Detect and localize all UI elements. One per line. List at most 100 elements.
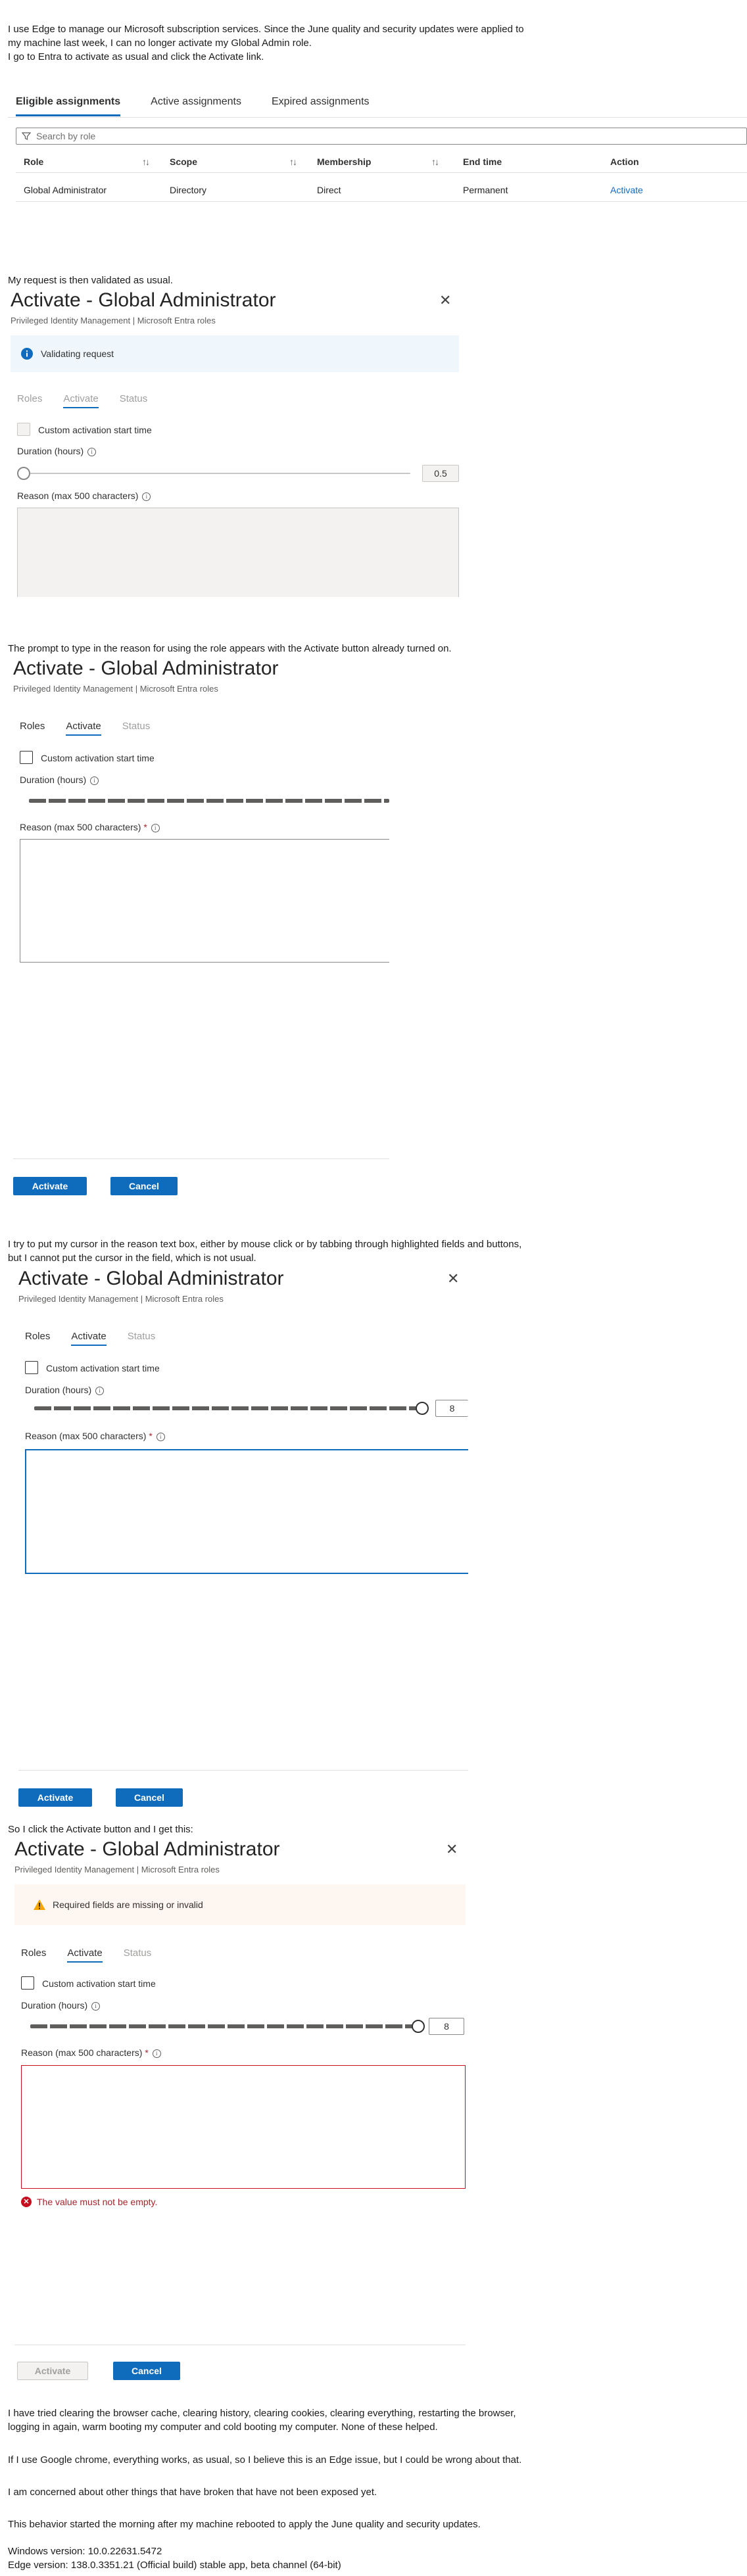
error-icon: ✕ <box>21 2197 32 2207</box>
tab-active-assignments[interactable]: Active assignments <box>151 96 241 116</box>
paragraph-concerned: I am concerned about other things that h… <box>8 2487 377 2498</box>
reason-textarea[interactable] <box>17 508 459 597</box>
panel-subtitle: Privileged Identity Management | Microso… <box>14 1865 220 1874</box>
duration-input[interactable]: 8 <box>429 2018 464 2035</box>
reason-textarea[interactable] <box>25 1449 468 1574</box>
column-membership[interactable]: Membership <box>317 156 371 167</box>
sort-icon[interactable]: ↑↓ <box>142 156 150 167</box>
reason-label: Reason (max 500 characters) i <box>17 490 151 501</box>
duration-input[interactable]: 8 <box>435 1400 468 1417</box>
panel-title: Activate - Global Administrator <box>13 657 279 679</box>
custom-start-label: Custom activation start time <box>46 1363 160 1373</box>
duration-label-text: Duration (hours) <box>17 446 84 456</box>
panel-title: Activate - Global Administrator <box>11 289 276 311</box>
required-mark: * <box>149 1431 153 1441</box>
info-icon: i <box>142 492 151 501</box>
validation-error: ✕ The value must not be empty. <box>21 2197 157 2207</box>
tab-status[interactable]: Status <box>124 1947 152 1963</box>
tab-eligible-assignments[interactable]: Eligible assignments <box>16 96 121 116</box>
reason-label: Reason (max 500 characters) * i <box>21 2047 161 2058</box>
column-scope[interactable]: Scope <box>170 156 197 167</box>
custom-start-checkbox[interactable] <box>20 751 33 764</box>
tab-status[interactable]: Status <box>128 1331 156 1346</box>
duration-slider[interactable] <box>30 2024 416 2028</box>
tab-roles[interactable]: Roles <box>25 1331 50 1346</box>
tab-roles[interactable]: Roles <box>17 393 42 408</box>
column-end-time[interactable]: End time <box>463 156 502 167</box>
warning-icon <box>34 1899 45 1910</box>
cancel-button[interactable]: Cancel <box>110 1177 178 1195</box>
reason-textarea[interactable] <box>21 2065 466 2189</box>
activate-panel-error: Activate - Global Administrator ✕ Privil… <box>14 1838 468 2380</box>
search-input[interactable]: Search by role <box>16 128 747 145</box>
activate-button[interactable]: Activate <box>13 1177 87 1195</box>
close-icon[interactable]: ✕ <box>439 292 451 309</box>
tab-activate[interactable]: Activate <box>63 393 99 408</box>
duration-slider[interactable] <box>29 799 389 803</box>
duration-slider[interactable] <box>22 473 410 474</box>
tab-roles[interactable]: Roles <box>20 721 45 736</box>
panel-subtitle: Privileged Identity Management | Microso… <box>13 684 218 694</box>
sort-icon[interactable]: ↑↓ <box>289 156 297 167</box>
custom-start-checkbox[interactable] <box>21 1976 34 1990</box>
activate-panel-prompt: Activate - Global Administrator Privileg… <box>13 657 395 1210</box>
duration-slider-thumb[interactable] <box>17 467 30 480</box>
duration-input[interactable]: 0.5 <box>422 465 459 482</box>
info-icon <box>21 348 33 360</box>
cancel-button[interactable]: Cancel <box>113 2362 180 2380</box>
cancel-button[interactable]: Cancel <box>116 1788 183 1807</box>
custom-start-label: Custom activation start time <box>38 425 152 435</box>
info-icon: i <box>87 447 97 456</box>
activate-link[interactable]: Activate <box>610 185 643 195</box>
version-info: Windows version: 10.0.22631.5472 Edge ve… <box>8 2546 341 2571</box>
activate-button[interactable]: Activate <box>17 2362 88 2380</box>
tab-activate[interactable]: Activate <box>66 721 101 736</box>
custom-start-label: Custom activation start time <box>42 1978 156 1989</box>
info-icon: i <box>151 823 160 832</box>
info-icon: i <box>90 776 99 785</box>
paragraph-validated: My request is then validated as usual. <box>8 275 173 286</box>
close-icon[interactable]: ✕ <box>446 1841 458 1858</box>
duration-slider-thumb[interactable] <box>412 2020 425 2033</box>
panel-tabs: Roles Activate Status <box>21 1947 172 1963</box>
tab-activate[interactable]: Activate <box>71 1331 107 1346</box>
sort-icon[interactable]: ↑↓ <box>431 156 439 167</box>
tab-status[interactable]: Status <box>120 393 148 408</box>
panel-title: Activate - Global Administrator <box>18 1268 284 1289</box>
header-divider <box>16 172 747 173</box>
cell-scope: Directory <box>170 185 207 195</box>
duration-label-text: Duration (hours) <box>25 1385 92 1395</box>
custom-start-checkbox[interactable] <box>25 1361 38 1374</box>
panel-subtitle: Privileged Identity Management | Microso… <box>11 316 216 325</box>
validating-banner: Validating request <box>11 335 459 372</box>
required-mark: * <box>143 822 147 832</box>
reason-textarea[interactable] <box>20 839 389 963</box>
close-icon[interactable]: ✕ <box>447 1270 459 1287</box>
duration-slider[interactable] <box>34 1406 420 1410</box>
activate-panel-validating: Activate - Global Administrator ✕ Privil… <box>8 289 468 597</box>
paragraph-cursor: I try to put my cursor in the reason tex… <box>8 1239 522 1264</box>
error-banner: Required fields are missing or invalid <box>14 1884 466 1925</box>
required-mark: * <box>145 2047 149 2058</box>
activate-button[interactable]: Activate <box>18 1788 92 1807</box>
table-row: Global Administrator Directory Direct Pe… <box>24 183 747 197</box>
paragraph-click: So I click the Activate button and I get… <box>8 1824 193 1835</box>
duration-label-text: Duration (hours) <box>20 775 87 785</box>
paragraph-prompt: The prompt to type in the reason for usi… <box>8 643 452 654</box>
assignment-tabs: Eligible assignments Active assignments … <box>16 96 400 116</box>
info-icon: i <box>91 2001 101 2011</box>
info-icon: i <box>156 1432 165 1441</box>
duration-label: Duration (hours) i <box>17 446 97 456</box>
tab-expired-assignments[interactable]: Expired assignments <box>272 96 370 116</box>
search-placeholder: Search by role <box>36 131 96 141</box>
column-role[interactable]: Role <box>24 156 43 167</box>
cell-role: Global Administrator <box>24 185 107 195</box>
intro-paragraph: I use Edge to manage our Microsoft subsc… <box>8 24 524 62</box>
duration-slider-thumb[interactable] <box>416 1402 429 1415</box>
custom-start-checkbox[interactable] <box>17 423 30 436</box>
custom-start-label: Custom activation start time <box>41 753 155 763</box>
tab-status[interactable]: Status <box>122 721 151 736</box>
tab-activate[interactable]: Activate <box>67 1947 103 1963</box>
info-icon: i <box>95 1386 105 1395</box>
tab-roles[interactable]: Roles <box>21 1947 46 1963</box>
